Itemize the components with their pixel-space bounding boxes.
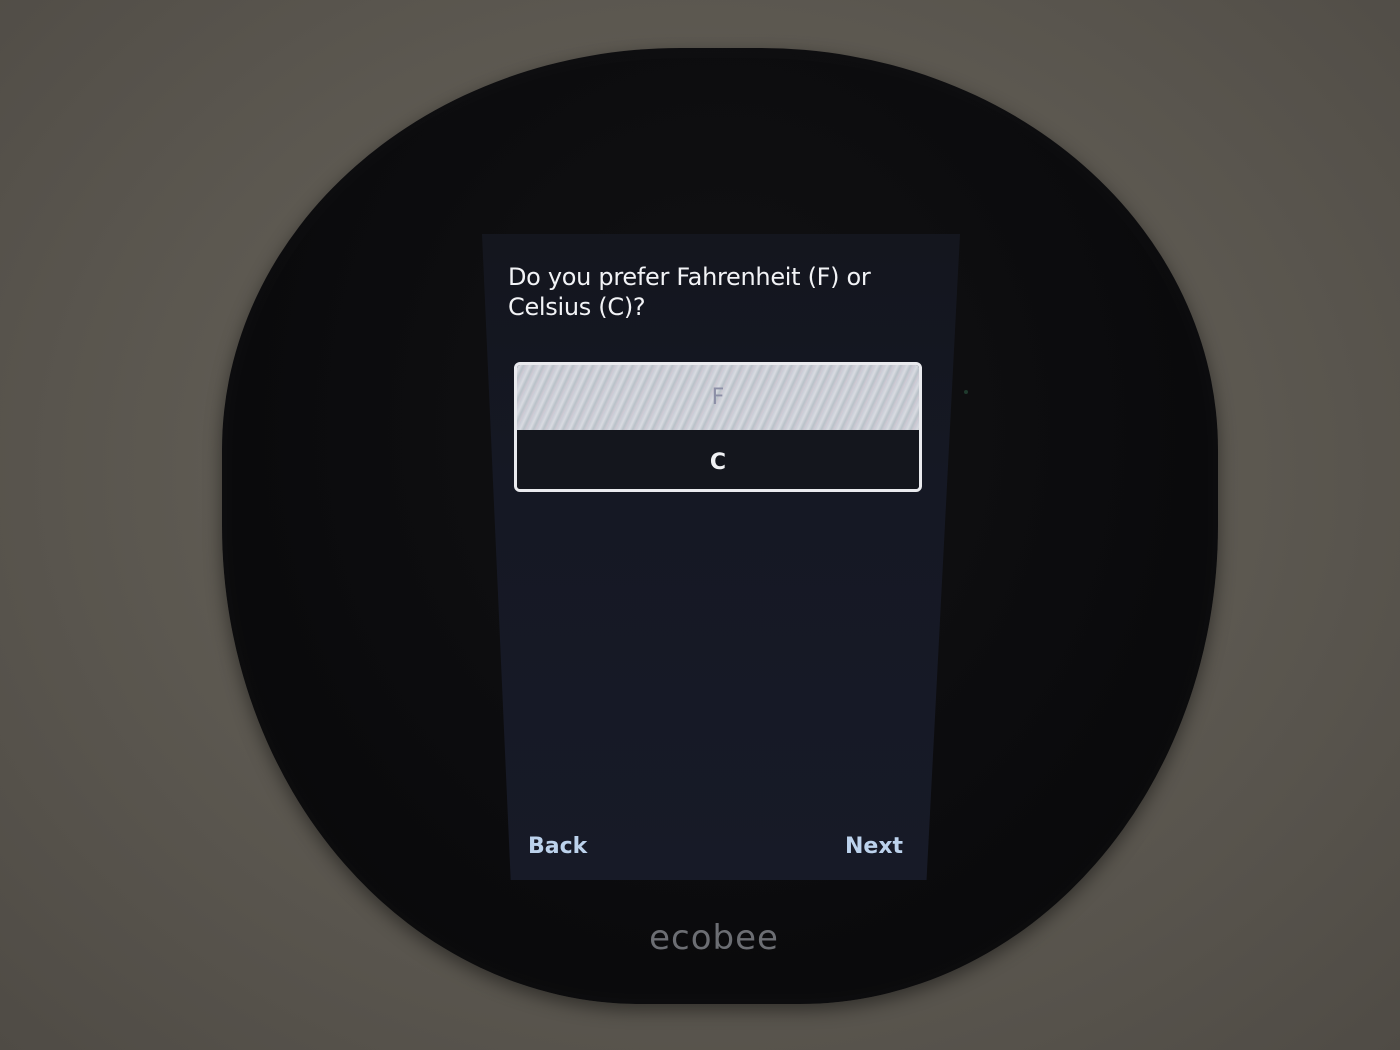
option-fahrenheit[interactable]: F (517, 365, 919, 430)
brand-logo: ecobee (649, 918, 779, 958)
unit-option-group: F C (514, 362, 922, 492)
status-indicator-light (964, 390, 968, 394)
next-button[interactable]: Next (845, 834, 903, 859)
back-button[interactable]: Back (528, 834, 587, 859)
setup-question: Do you prefer Fahrenheit (F) or Celsius … (508, 263, 871, 321)
touch-screen (482, 234, 960, 880)
option-celsius[interactable]: C (517, 430, 919, 489)
